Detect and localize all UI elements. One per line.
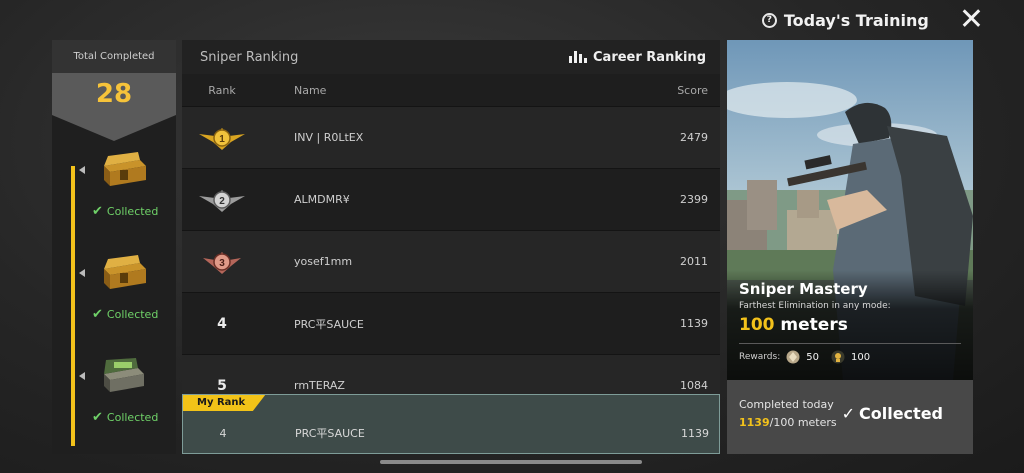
target-value: 100 bbox=[739, 315, 775, 335]
challenge-info: Sniper Mastery Farthest Elimination in a… bbox=[727, 270, 973, 380]
silver-medal-icon: 2 bbox=[199, 189, 245, 212]
my-rank-score: 1139 bbox=[681, 426, 709, 440]
total-completed-arrow bbox=[52, 115, 176, 141]
coin-icon bbox=[786, 350, 800, 364]
challenge-description: Farthest Elimination in any mode: bbox=[739, 301, 891, 311]
player-score: 2399 bbox=[680, 193, 708, 206]
table-row[interactable]: 3 yosef1mm 2011 bbox=[182, 230, 720, 292]
player-score: 1084 bbox=[680, 379, 708, 392]
rank-number: 5 bbox=[217, 377, 227, 394]
career-ranking-label: Career Ranking bbox=[593, 49, 706, 65]
collected-status: ✔ Collected bbox=[92, 307, 159, 322]
rank-number: 3 bbox=[219, 258, 225, 269]
collected-status: ✔ Collected bbox=[92, 204, 159, 219]
ranking-title: Sniper Ranking bbox=[200, 49, 299, 65]
player-score: 2011 bbox=[680, 255, 708, 268]
challenge-footer: Completed today 1139/100 meters ✓ Collect… bbox=[727, 380, 973, 454]
gold-medal-icon: 1 bbox=[199, 127, 245, 150]
player-name: INV | R0LtEX bbox=[294, 131, 364, 144]
rank-number: 2 bbox=[219, 196, 225, 207]
tier-marker bbox=[79, 166, 85, 174]
challenge-title: Sniper Mastery bbox=[739, 280, 868, 298]
challenge-target: 100 meters bbox=[739, 315, 961, 335]
todays-training-button[interactable]: ? Today's Training bbox=[761, 10, 929, 30]
career-ranking-button[interactable]: Career Ranking bbox=[569, 50, 706, 65]
score-column-header: Score bbox=[677, 83, 708, 97]
tier-marker bbox=[79, 269, 85, 277]
collected-status: ✔ Collected bbox=[92, 410, 159, 425]
reward-value: 50 bbox=[806, 351, 819, 363]
my-rank-number: 4 bbox=[219, 426, 227, 440]
rank-number: 1 bbox=[219, 134, 225, 145]
name-column-header: Name bbox=[294, 83, 327, 97]
ranking-header: Rank Name Score bbox=[182, 74, 720, 106]
rewards-line: Rewards: 50 100 bbox=[739, 343, 961, 364]
player-name: PRC平SAUCE bbox=[294, 317, 364, 331]
rank-column-header: Rank bbox=[208, 83, 236, 97]
player-name: yosef1mm bbox=[294, 255, 353, 268]
my-rank-row[interactable]: My Rank 4 PRC平SAUCE 1139 bbox=[182, 394, 720, 454]
table-row[interactable]: 1 INV | R0LtEX 2479 bbox=[182, 106, 720, 168]
chest-icon bbox=[104, 152, 146, 186]
todays-training-title: Today's Training bbox=[783, 10, 929, 30]
player-score: 1139 bbox=[680, 317, 708, 330]
total-completed-value: 28 bbox=[52, 73, 176, 115]
table-row[interactable]: 4 PRC平SAUCE 1139 bbox=[182, 292, 720, 354]
progress-track bbox=[71, 166, 75, 446]
bronze-medal-icon: 3 bbox=[203, 251, 241, 274]
reward-value: 100 bbox=[850, 351, 871, 363]
rewards-label: Rewards: bbox=[739, 352, 781, 362]
total-completed-label: Total Completed bbox=[52, 40, 176, 73]
chest-icon bbox=[104, 358, 144, 392]
my-rank-name: PRC平SAUCE bbox=[295, 427, 365, 440]
tier-marker bbox=[79, 372, 85, 380]
ranking-title-bar: Sniper Ranking Career Ranking bbox=[182, 40, 720, 74]
bar-chart-icon bbox=[569, 51, 587, 63]
home-indicator[interactable] bbox=[380, 460, 642, 464]
rank-number: 4 bbox=[217, 315, 227, 332]
challenge-card: Sniper Mastery Farthest Elimination in a… bbox=[727, 40, 973, 454]
table-row[interactable]: 2 ALMDMR¥ 2399 bbox=[182, 168, 720, 230]
player-name: ALMDMR¥ bbox=[294, 193, 350, 206]
player-score: 2479 bbox=[680, 131, 708, 144]
ranking-list[interactable]: 1 INV | R0LtEX 2479 2 ALMDMR¥ 2399 3 yos… bbox=[182, 106, 720, 416]
chest-icon bbox=[104, 255, 146, 289]
help-circle-icon[interactable]: ? bbox=[761, 12, 777, 28]
sniper-ranking-panel: Sniper Ranking Career Ranking Rank Name … bbox=[182, 40, 720, 454]
check-icon: ✓ bbox=[841, 404, 855, 423]
badge-icon bbox=[831, 350, 845, 364]
target-unit: meters bbox=[780, 315, 848, 335]
collected-button[interactable]: ✓ Collected bbox=[842, 404, 943, 423]
my-rank-tag: My Rank bbox=[183, 395, 266, 411]
progress-panel: Total Completed 28 ✔ Collected ✔ Collected bbox=[52, 40, 176, 454]
player-name: rmTERAZ bbox=[294, 379, 345, 392]
top-bar: ? Today's Training ✕ bbox=[761, 5, 984, 35]
close-icon[interactable]: ✕ bbox=[959, 5, 984, 35]
